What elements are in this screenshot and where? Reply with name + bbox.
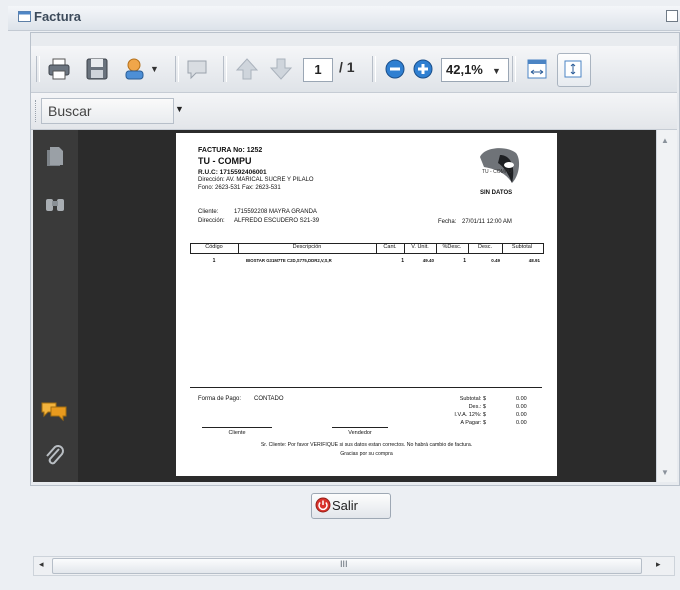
scroll-up-icon[interactable]: ▲: [661, 136, 669, 145]
arrow-up-icon[interactable]: [234, 56, 260, 82]
chevron-down-icon[interactable]: ▼: [492, 66, 501, 76]
zoom-in-icon[interactable]: [410, 56, 436, 82]
toolbar-separator: [512, 56, 516, 82]
signature-line: [202, 427, 272, 428]
table-cell: 49.40: [422, 258, 434, 263]
invoice-number: FACTURA No: 1252: [198, 147, 263, 154]
search-input[interactable]: Buscar: [41, 98, 174, 124]
fit-width-icon[interactable]: [524, 56, 550, 82]
window-title: Factura: [34, 9, 81, 24]
chevron-down-icon[interactable]: ▼: [150, 64, 159, 74]
column-divider: [436, 243, 437, 253]
scroll-down-icon[interactable]: ▼: [661, 468, 669, 477]
power-icon[interactable]: [315, 497, 331, 513]
signature-client: Cliente: [228, 430, 246, 436]
scroll-right-icon[interactable]: ▸: [656, 559, 661, 570]
scrollbar-grip: III: [340, 559, 348, 569]
date-value: 27/01/11 12:00 AM: [462, 219, 512, 225]
column-header: Subtotal: [511, 244, 533, 250]
table-cell: 1: [401, 258, 404, 264]
date-label: Fecha:: [438, 219, 457, 225]
logo-caption: SIN DATOS: [480, 190, 513, 196]
user-settings-icon[interactable]: [122, 56, 148, 82]
client-label: Cliente:: [198, 209, 219, 215]
column-divider: [404, 243, 405, 253]
toolbar-separator: [223, 56, 227, 82]
column-divider: [468, 243, 469, 253]
side-panel: [33, 130, 78, 482]
table-cell: BIOSTAR G31M7TE C2D,S775,DDR2,V,S,R: [246, 258, 332, 263]
payment-value: CONTADO: [254, 396, 284, 402]
table-cell: 1: [212, 258, 216, 264]
comments-icon[interactable]: [40, 400, 68, 422]
exit-button-label[interactable]: Salir: [332, 498, 358, 513]
column-divider: [238, 243, 239, 253]
total-value: 0.00: [516, 412, 527, 418]
page-total: / 1: [339, 59, 355, 75]
company-address: Dirección: AV. MARICAL SUCRE Y PILALO: [198, 177, 314, 183]
client-value: 1715592208 MAYRA GRANDA: [234, 209, 317, 215]
save-icon[interactable]: [84, 56, 110, 82]
pages-icon[interactable]: [44, 145, 66, 167]
maximize-button[interactable]: [666, 10, 678, 22]
total-label: Des.: $: [468, 404, 486, 410]
column-header: Descripción: [292, 244, 322, 250]
total-label: Subtotal: $: [459, 396, 486, 402]
toolbar-separator: [372, 56, 376, 82]
title-bar[interactable]: [8, 6, 680, 31]
address-label: Dirección:: [198, 218, 225, 224]
toolbar-grip: [36, 56, 40, 82]
scroll-left-icon[interactable]: ◂: [39, 559, 44, 570]
column-header: Código: [205, 244, 223, 250]
total-value: 0.00: [516, 404, 527, 410]
toolbar-separator: [175, 56, 179, 82]
column-header: V. Unit.: [411, 244, 429, 250]
company-phones: Fono: 2623-531 Fax: 2623-531: [198, 185, 281, 191]
comment-icon[interactable]: [185, 56, 211, 82]
total-label: A Pagar: $: [460, 420, 486, 426]
column-header: Desc.: [477, 244, 493, 250]
svg-text:TU - COMPU: TU - COMPU: [482, 169, 512, 175]
signature-line: [332, 427, 388, 428]
company-ruc: R.U.C: 1715592406001: [198, 169, 267, 176]
total-value: 0.00: [516, 420, 527, 426]
company-logo: TU - COMPU: [480, 148, 520, 183]
invoice-page: FACTURA No: 1252 TU - COMPU R.U.C: 17155…: [176, 133, 557, 476]
company-name: TU - COMPU: [198, 156, 252, 166]
column-divider: [502, 243, 503, 253]
total-value: 0.00: [516, 396, 527, 402]
total-label: I.V.A. 12%: $: [454, 412, 486, 418]
signature-seller: Vendedor: [348, 430, 372, 436]
arrow-down-icon[interactable]: [268, 56, 294, 82]
fit-page-icon[interactable]: [563, 59, 583, 79]
column-divider: [376, 243, 377, 253]
footer-note: Sr. Cliente: Por favor VERIFIQUE si sus …: [260, 442, 473, 448]
vertical-scrollbar[interactable]: [656, 130, 677, 482]
binoculars-icon[interactable]: [44, 193, 66, 215]
find-grip: [35, 100, 38, 122]
footer-thanks: Gracias por su compra: [340, 451, 393, 457]
divider-line: [190, 387, 542, 388]
page-number-input[interactable]: 1: [303, 58, 333, 82]
chevron-down-icon[interactable]: ▼: [175, 104, 184, 114]
address-value: ALFREDO ESCUDERO S21-39: [234, 218, 320, 224]
table-cell: 1: [463, 258, 466, 264]
print-icon[interactable]: [46, 56, 72, 82]
table-cell: 0.49: [491, 258, 500, 263]
table-cell: 48.91: [528, 258, 540, 263]
zoom-out-icon[interactable]: [382, 56, 408, 82]
column-header: Cant.: [383, 244, 397, 250]
window-icon: [18, 11, 31, 22]
column-header: %Desc.: [442, 244, 462, 250]
payment-label: Forma de Pago:: [198, 396, 242, 402]
attachment-icon[interactable]: [44, 444, 66, 468]
